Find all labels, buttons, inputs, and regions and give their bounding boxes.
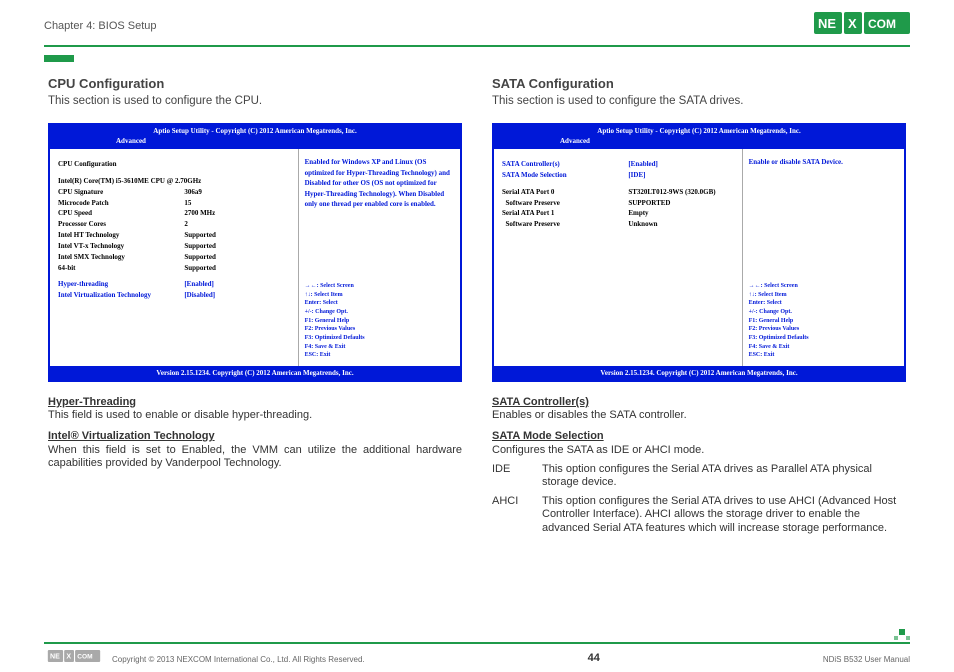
table-row: Microcode Patch15 — [58, 198, 290, 209]
bios-option-row: SATA Mode Selection[IDE] — [502, 170, 734, 181]
section-title-sata: SATA Configuration — [492, 76, 906, 91]
explain-text: Configures the SATA as IDE or AHCI mode. — [492, 444, 906, 457]
bios-option-row: Hyper-threading[Enabled] — [58, 279, 290, 290]
explain-text: This field is used to enable or disable … — [48, 409, 462, 422]
explain-text: Enables or disables the SATA controller. — [492, 409, 906, 422]
section-subtitle-sata: This section is used to configure the SA… — [492, 95, 906, 107]
content-columns: CPU Configuration This section is used t… — [0, 58, 954, 535]
table-row: Software PreserveSUPPORTED — [502, 198, 734, 209]
explain-cpu: Hyper-Threading This field is used to en… — [48, 396, 462, 470]
option-label: AHCI — [492, 495, 528, 535]
header-rule — [44, 45, 910, 47]
bios-option-row: SATA Controller(s)[Enabled] — [502, 159, 734, 170]
bios-screenshot-sata: Aptio Setup Utility - Copyright (C) 2012… — [492, 123, 906, 382]
section-subtitle-cpu: This section is used to configure the CP… — [48, 95, 462, 107]
page-header: Chapter 4: BIOS Setup NE X COM — [0, 0, 954, 43]
bios-body: SATA Controller(s)[Enabled] SATA Mode Se… — [494, 148, 904, 366]
svg-text:COM: COM — [77, 654, 92, 661]
bios-version-bar: Version 2.15.1234. Copyright (C) 2012 Am… — [50, 366, 460, 380]
explain-heading: Hyper-Threading — [48, 396, 462, 409]
bios-tab-active: Advanced — [560, 137, 590, 145]
bios-tab-row: Advanced — [50, 137, 460, 148]
page-footer: NE X COM Copyright © 2013 NEXCOM Interna… — [44, 650, 910, 664]
brand-logo: NE X COM — [814, 12, 910, 39]
header-tab-strip — [0, 49, 954, 58]
option-desc: This option configures the Serial ATA dr… — [542, 463, 906, 489]
footer-rule — [44, 642, 910, 644]
option-label: IDE — [492, 463, 528, 489]
option-row: AHCI This option configures the Serial A… — [492, 495, 906, 535]
right-column: SATA Configuration This section is used … — [492, 76, 906, 535]
footer-manual: NDiS B532 User Manual — [823, 655, 910, 664]
table-row: Intel HT TechnologySupported — [58, 230, 290, 241]
explain-heading: SATA Mode Selection — [492, 430, 906, 443]
svg-text:X: X — [66, 653, 71, 661]
explain-heading: Intel® Virtualization Technology — [48, 430, 462, 443]
table-row: Intel VT-x TechnologySupported — [58, 241, 290, 252]
bios-left-pane: CPU Configuration Intel(R) Core(TM) i5-3… — [50, 149, 299, 366]
explain-heading: SATA Controller(s) — [492, 396, 906, 409]
bios-key-legend: →←: Select Screen ↑↓: Select Item Enter:… — [749, 282, 898, 360]
bios-key-legend: →←: Select Screen ↑↓: Select Item Enter:… — [305, 282, 454, 360]
bios-cpu-line: Intel(R) Core(TM) i5-3610ME CPU @ 2.70GH… — [58, 176, 290, 187]
option-desc: This option configures the Serial ATA dr… — [542, 495, 906, 535]
footer-copyright: Copyright © 2013 NEXCOM International Co… — [112, 655, 365, 664]
bios-right-pane: Enable or disable SATA Device. →←: Selec… — [743, 149, 904, 366]
table-row: 64-bitSupported — [58, 263, 290, 274]
bios-version-bar: Version 2.15.1234. Copyright (C) 2012 Am… — [494, 366, 904, 380]
left-column: CPU Configuration This section is used t… — [48, 76, 462, 535]
page-number: 44 — [588, 652, 600, 664]
bios-title-bar: Aptio Setup Utility - Copyright (C) 2012… — [494, 125, 904, 137]
footer-logo: NE X COM — [44, 650, 104, 664]
svg-text:COM: COM — [868, 17, 896, 31]
option-row: IDE This option configures the Serial AT… — [492, 463, 906, 489]
bios-heading: CPU Configuration — [58, 159, 290, 170]
bios-title-bar: Aptio Setup Utility - Copyright (C) 2012… — [50, 125, 460, 137]
explain-text: When this field is set to Enabled, the V… — [48, 444, 462, 470]
bios-help-text: Enabled for Windows XP and Linux (OS opt… — [305, 157, 454, 210]
bios-body: CPU Configuration Intel(R) Core(TM) i5-3… — [50, 148, 460, 366]
table-row: Processor Cores2 — [58, 219, 290, 230]
table-row: Intel SMX TechnologySupported — [58, 252, 290, 263]
section-tab-marker — [44, 55, 74, 62]
table-row: CPU Signature306a9 — [58, 187, 290, 198]
chapter-label: Chapter 4: BIOS Setup — [44, 20, 157, 32]
bios-screenshot-cpu: Aptio Setup Utility - Copyright (C) 2012… — [48, 123, 462, 382]
bios-help-text: Enable or disable SATA Device. — [749, 157, 898, 168]
explain-sata: SATA Controller(s) Enables or disables t… — [492, 396, 906, 535]
bios-tab-row: Advanced — [494, 137, 904, 148]
svg-text:NE: NE — [818, 16, 836, 31]
table-row: Serial ATA Port 0ST320LT012-9WS (320.0GB… — [502, 187, 734, 198]
footer-decoration — [893, 622, 910, 640]
table-row: Serial ATA Port 1Empty — [502, 208, 734, 219]
svg-text:X: X — [848, 16, 857, 31]
bios-right-pane: Enabled for Windows XP and Linux (OS opt… — [299, 149, 460, 366]
bios-tab-active: Advanced — [116, 137, 146, 145]
svg-text:NE: NE — [50, 653, 60, 661]
bios-left-pane: SATA Controller(s)[Enabled] SATA Mode Se… — [494, 149, 743, 366]
table-row: Software PreserveUnknown — [502, 219, 734, 230]
section-title-cpu: CPU Configuration — [48, 76, 462, 91]
table-row: CPU Speed2700 MHz — [58, 208, 290, 219]
bios-option-row: Intel Virtualization Technology[Disabled… — [58, 290, 290, 301]
